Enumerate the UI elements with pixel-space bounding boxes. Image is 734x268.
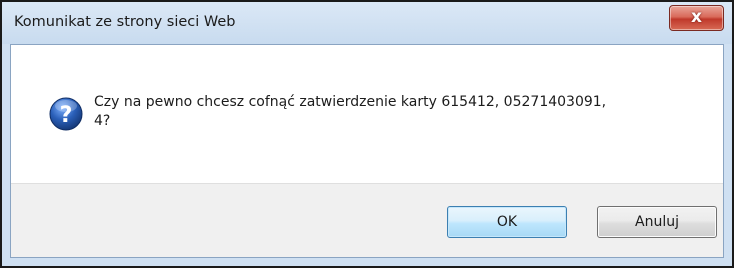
- question-icon: ?: [49, 97, 83, 131]
- dialog-window: Komunikat ze strony sieci Web x ? Czy na…: [0, 0, 734, 268]
- message-line-2: 4?: [94, 113, 111, 129]
- close-icon: x: [691, 7, 702, 27]
- window-title: Komunikat ze strony sieci Web: [14, 14, 236, 30]
- ok-button[interactable]: OK: [447, 206, 567, 238]
- message-text: Czy na pewno chcesz cofnąć zatwierdzenie…: [94, 93, 694, 131]
- message-line-1: Czy na pewno chcesz cofnąć zatwierdzenie…: [94, 94, 607, 110]
- cancel-button[interactable]: Anuluj: [597, 206, 717, 238]
- button-bar: OK Anuluj: [11, 183, 723, 257]
- svg-text:?: ?: [60, 103, 73, 128]
- close-button[interactable]: x: [669, 5, 724, 31]
- dialog-content: ? Czy na pewno chcesz cofnąć zatwierdzen…: [10, 44, 724, 258]
- title-bar: Komunikat ze strony sieci Web x: [2, 2, 732, 44]
- message-area: ? Czy na pewno chcesz cofnąć zatwierdzen…: [11, 45, 723, 183]
